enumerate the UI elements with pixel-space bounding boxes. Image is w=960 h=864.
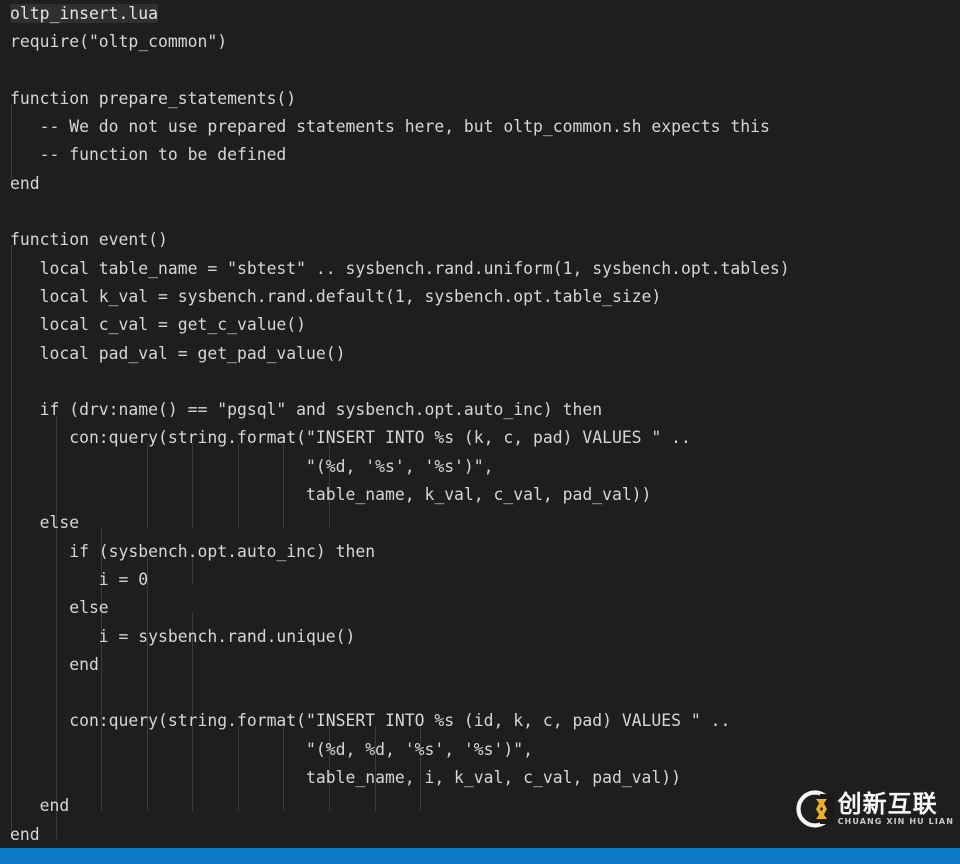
code-line[interactable]: if (sysbench.opt.auto_inc) then	[0, 538, 960, 566]
code-content[interactable]: oltp_insert.lua require("oltp_common") fu…	[0, 0, 960, 848]
code-line[interactable]: function prepare_statements()	[0, 85, 960, 113]
code-line[interactable]: if (drv:name() == "pgsql" and sysbench.o…	[0, 396, 960, 424]
code-line[interactable]: require("oltp_common")	[0, 28, 960, 56]
code-line[interactable]: con:query(string.format("INSERT INTO %s …	[0, 707, 960, 735]
code-line[interactable]	[0, 368, 960, 396]
watermark: 创新互联 CHUANG XIN HU LIAN	[795, 788, 954, 830]
code-line[interactable]	[0, 57, 960, 85]
code-line[interactable]	[0, 679, 960, 707]
brand-name-cn: 创新互联	[837, 789, 938, 818]
code-line[interactable]	[0, 198, 960, 226]
code-line[interactable]: -- We do not use prepared statements her…	[0, 113, 960, 141]
code-line[interactable]: i = sysbench.rand.unique()	[0, 623, 960, 651]
code-line[interactable]: end	[0, 651, 960, 679]
code-line[interactable]: function event()	[0, 226, 960, 254]
code-line[interactable]: "(%d, '%s', '%s')",	[0, 453, 960, 481]
code-line[interactable]: "(%d, %d, '%s', '%s')",	[0, 736, 960, 764]
brand-logo-icon	[795, 790, 834, 828]
code-line[interactable]: end	[0, 170, 960, 198]
code-line[interactable]: i = 0	[0, 566, 960, 594]
code-line[interactable]: con:query(string.format("INSERT INTO %s …	[0, 424, 960, 452]
code-line[interactable]: local k_val = sysbench.rand.default(1, s…	[0, 283, 960, 311]
code-line[interactable]: -- function to be defined	[0, 141, 960, 169]
brand-text: 创新互联 CHUANG XIN HU LIAN	[837, 789, 954, 827]
code-line[interactable]: local pad_val = get_pad_value()	[0, 340, 960, 368]
code-editor[interactable]: oltp_insert.lua require("oltp_common") fu…	[0, 0, 960, 848]
brand-name-pinyin: CHUANG XIN HU LIAN	[837, 816, 954, 826]
code-line[interactable]: table_name, k_val, c_val, pad_val))	[0, 481, 960, 509]
bottom-status-bar	[0, 848, 960, 864]
code-line[interactable]: else	[0, 594, 960, 622]
code-line[interactable]: local table_name = "sbtest" .. sysbench.…	[0, 255, 960, 283]
selected-text: oltp_insert.lua	[10, 4, 159, 23]
code-line[interactable]: oltp_insert.lua	[0, 0, 960, 28]
code-line[interactable]: else	[0, 509, 960, 537]
code-line[interactable]: local c_val = get_c_value()	[0, 311, 960, 339]
